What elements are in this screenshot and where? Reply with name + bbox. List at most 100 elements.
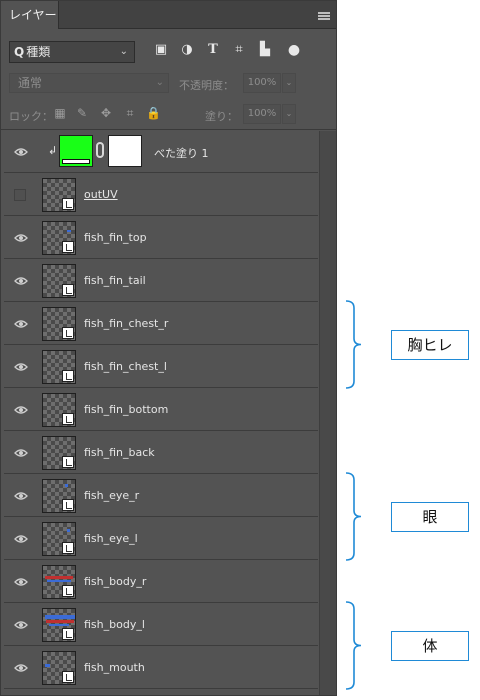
layer-name[interactable]: fish_fin_back	[84, 446, 155, 459]
tab-layers[interactable]: レイヤー	[1, 1, 59, 29]
filter-toggle-icon[interactable]: ●	[286, 42, 302, 58]
shape-filter-icon[interactable]: ⌗	[231, 42, 247, 58]
layer-row-fill[interactable]: ↲ べた塗り 1	[4, 131, 318, 173]
lock-image-pixels-icon[interactable]: ✎	[75, 106, 89, 120]
eye-icon[interactable]	[14, 575, 28, 589]
layer-name[interactable]: fish_eye_l	[84, 532, 138, 545]
layer-name[interactable]: fish_fin_chest_l	[84, 360, 167, 373]
lock-all-icon[interactable]: 🔒	[146, 106, 161, 120]
smart-object-icon	[62, 628, 74, 640]
layer-name[interactable]: べた塗り 1	[154, 145, 209, 161]
layer-thumbnail[interactable]	[42, 479, 76, 513]
opacity-field[interactable]: 100%	[243, 73, 281, 93]
smart-object-icon	[62, 327, 74, 339]
eye-icon[interactable]	[14, 489, 28, 503]
layer-name[interactable]: fish_body_l	[84, 618, 145, 631]
scrollbar[interactable]	[319, 131, 336, 695]
layer-name[interactable]: fish_fin_top	[84, 231, 147, 244]
eye-icon[interactable]	[14, 618, 28, 632]
thumbnail-paint-mark	[46, 620, 74, 623]
link-icon[interactable]	[96, 142, 104, 158]
layer-thumbnail[interactable]	[42, 221, 76, 255]
panel-tab-bar: レイヤー	[1, 1, 336, 29]
smart-object-icon	[62, 413, 74, 425]
annotation-bracket	[345, 472, 362, 561]
eye-icon[interactable]	[14, 446, 28, 460]
blend-row: 通常 ⌄ 不透明度： 100% ⌄	[1, 70, 336, 98]
layer-row[interactable]: fish_fin_back	[4, 432, 318, 474]
eye-icon[interactable]	[14, 403, 28, 417]
layer-name[interactable]: fish_fin_tail	[84, 274, 146, 287]
layer-row[interactable]: fish_body_r	[4, 561, 318, 603]
layer-name[interactable]: fish_fin_bottom	[84, 403, 168, 416]
eye-icon[interactable]	[14, 360, 28, 374]
clipping-arrow-icon: ↲	[48, 144, 58, 157]
opacity-label: 不透明度：	[179, 79, 234, 92]
eye-icon[interactable]	[14, 317, 28, 331]
lock-row: ロック： ▦ ✎ ✥ ⌗ 🔒 塗り： 100% ⌄	[1, 98, 336, 130]
thumbnail-paint-mark	[49, 624, 69, 626]
eye-icon[interactable]	[14, 532, 28, 546]
smart-object-icon	[62, 671, 74, 683]
layer-thumbnail[interactable]	[42, 608, 76, 642]
filter-row: Q 種類 ⌄ ▣ ◑ T ⌗ ▙ ●	[1, 30, 336, 70]
chevron-down-icon: ⌄	[119, 46, 128, 57]
layer-thumbnail[interactable]	[42, 522, 76, 556]
layer-thumbnail[interactable]	[42, 350, 76, 384]
layer-name[interactable]: fish_eye_r	[84, 489, 139, 502]
filter-kind-select[interactable]: Q 種類 ⌄	[9, 41, 135, 63]
eye-icon[interactable]	[14, 231, 28, 245]
smart-object-filter-icon[interactable]: ▙	[257, 42, 273, 58]
layer-row[interactable]: fish_body_l	[4, 604, 318, 646]
layer-thumbnail[interactable]	[42, 565, 76, 599]
layer-row[interactable]: fish_fin_top	[4, 217, 318, 259]
layer-row[interactable]: fish_fin_chest_r	[4, 303, 318, 345]
lock-transparent-pixels-icon[interactable]: ▦	[53, 106, 67, 120]
layer-row[interactable]: fish_eye_l	[4, 518, 318, 560]
layer-row[interactable]: fish_fin_chest_l	[4, 346, 318, 388]
blend-mode-select[interactable]: 通常 ⌄	[9, 73, 169, 93]
layer-row[interactable]: fish_mouth	[4, 647, 318, 689]
lock-label: ロック：	[9, 110, 53, 123]
lock-artboard-icon[interactable]: ⌗	[123, 106, 137, 120]
opacity-dropdown-icon[interactable]: ⌄	[282, 73, 296, 93]
smart-object-icon	[62, 456, 74, 468]
fill-color-thumbnail[interactable]	[59, 135, 93, 167]
layer-thumbnail[interactable]	[42, 436, 76, 470]
panel-menu-icon[interactable]	[318, 12, 330, 20]
smart-object-icon	[62, 585, 74, 597]
blend-mode-value: 通常	[18, 76, 43, 90]
thumbnail-paint-mark	[65, 484, 68, 487]
fill-label: 塗り：	[205, 110, 238, 123]
lock-position-icon[interactable]: ✥	[99, 106, 113, 120]
eye-icon[interactable]	[14, 274, 28, 288]
thumbnail-paint-mark	[45, 664, 50, 667]
layer-name[interactable]: fish_mouth	[84, 661, 145, 674]
image-filter-icon[interactable]: ▣	[153, 42, 169, 58]
visibility-toggle-off[interactable]	[14, 189, 26, 201]
fill-dropdown-icon[interactable]: ⌄	[282, 104, 296, 124]
eye-icon[interactable]	[14, 661, 28, 675]
layer-thumbnail[interactable]	[42, 264, 76, 298]
layer-thumbnail[interactable]	[42, 651, 76, 685]
layer-thumbnail[interactable]	[42, 393, 76, 427]
layer-row[interactable]: fish_fin_bottom	[4, 389, 318, 431]
layer-name[interactable]: outUV	[84, 188, 118, 201]
layer-name[interactable]: fish_body_r	[84, 575, 146, 588]
layer-mask-thumbnail[interactable]	[108, 135, 142, 167]
layer-thumbnail[interactable]	[42, 307, 76, 341]
smart-object-icon	[62, 542, 74, 554]
type-filter-icon[interactable]: T	[205, 42, 221, 58]
annotation-bracket	[345, 601, 362, 690]
adjustment-filter-icon[interactable]: ◑	[179, 42, 195, 58]
layer-thumbnail[interactable]	[42, 178, 76, 212]
layer-row[interactable]: fish_fin_tail	[4, 260, 318, 302]
layers-panel: レイヤー Q 種類 ⌄ ▣ ◑ T ⌗ ▙ ● 通常 ⌄ 不透明度： 100% ⌄…	[0, 0, 337, 696]
layer-name[interactable]: fish_fin_chest_r	[84, 317, 168, 330]
layer-row[interactable]: fish_eye_r	[4, 475, 318, 517]
fill-field[interactable]: 100%	[243, 104, 281, 124]
eye-icon[interactable]	[14, 145, 28, 159]
layer-row[interactable]: outUV	[4, 174, 318, 216]
annotation-bracket	[345, 300, 362, 389]
thumbnail-paint-mark	[45, 615, 75, 619]
